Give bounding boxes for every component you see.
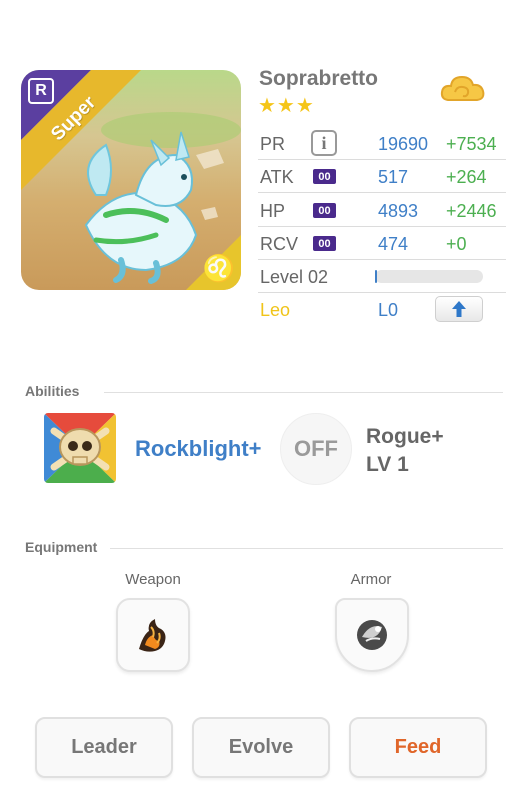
armor-orb-icon [357,620,387,650]
stat-value-rcv: 474 [378,234,409,254]
zodiac-upgrade-button[interactable] [435,296,483,322]
rank-badge: R [28,78,54,104]
hp-boost-badge: 00 [313,203,336,218]
equipment-title: Equipment [25,539,98,555]
level-label: Level 02 [260,267,329,287]
stat-value-atk: 517 [378,167,409,187]
xp-progress-bar [375,270,483,283]
weapon-label: Weapon [125,571,181,588]
abilities-title: Abilities [25,383,80,399]
armor-label: Armor [350,571,392,588]
arrow-up-icon [452,301,466,317]
xp-progress-fill [375,270,378,283]
leader-button[interactable]: Leader [35,717,173,778]
secondary-ability-name: Rogue+ [366,425,444,448]
rcv-boost-badge: 00 [313,236,336,251]
feed-button[interactable]: Feed [349,717,487,778]
atk-boost-badge: 00 [313,169,336,184]
stat-bonus-pr: +7534 [446,134,497,154]
abilities-divider [104,392,503,393]
stat-label-hp: HP [260,201,286,221]
stat-bonus-hp: +2446 [446,201,497,221]
leo-zodiac-icon: ♌ [202,252,236,283]
stat-label-pr: PR [260,134,286,154]
off-status-label: OFF [294,436,338,461]
primary-ability-name[interactable]: Rockblight+ [135,436,262,462]
stat-bonus-rcv: +0 [446,234,467,254]
rockblight-ability-icon[interactable] [44,413,116,483]
star-rating: ★★★ [258,95,315,117]
stat-bonus-atk: +264 [446,167,487,187]
secondary-ability-level: LV 1 [366,453,409,476]
stat-divider [258,159,506,160]
stat-label-rcv: RCV [260,234,299,254]
monster-name: Soprabretto [259,67,379,90]
stat-divider [258,226,506,227]
equipment-divider [110,548,503,549]
stat-label-atk: ATK [260,167,294,187]
zodiac-label: Leo [260,300,291,320]
weapon-slot[interactable] [116,598,190,672]
stat-divider [258,292,506,293]
skull-icon [44,413,116,483]
stat-value-pr: 19690 [378,134,429,154]
secondary-ability-off-toggle[interactable]: OFF [280,413,352,485]
stat-divider [258,259,506,260]
flame-weapon-icon [139,619,166,652]
zodiac-level: L0 [378,300,399,320]
cloud-element-icon [440,75,485,101]
evolve-button[interactable]: Evolve [192,717,330,778]
info-icon[interactable]: i [311,130,337,156]
stat-value-hp: 4893 [378,201,419,221]
stat-divider [258,192,506,193]
armor-slot[interactable] [335,598,409,672]
